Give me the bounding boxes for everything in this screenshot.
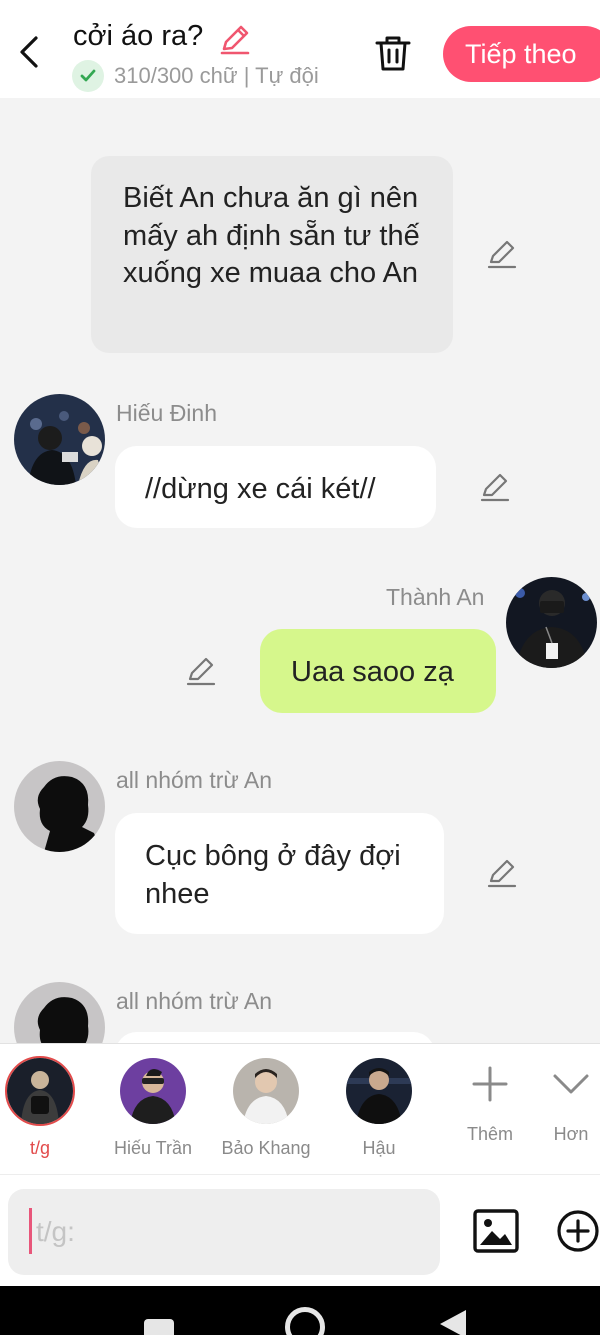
chevron-down-icon [553, 1074, 589, 1094]
more-label: Hơn [553, 1124, 589, 1144]
composer [0, 1174, 600, 1286]
pencil-icon[interactable] [486, 238, 518, 270]
sender-name: all nhóm trừ An [116, 767, 273, 793]
pencil-icon[interactable] [486, 857, 518, 889]
image-icon [473, 1209, 519, 1253]
message-bubble[interactable]: //dừng xe cái két// [115, 446, 436, 528]
story-title[interactable]: cởi áo ra? [73, 20, 203, 53]
character-item[interactable]: Bảo Khang [211, 1044, 321, 1175]
back-button[interactable] [12, 32, 48, 72]
avatar [346, 1058, 412, 1124]
word-count: 310/300 chữ | Tự đội [72, 60, 319, 92]
avatar[interactable] [14, 982, 105, 1043]
add-character-button[interactable]: Thêm [455, 1044, 525, 1175]
back-arrow-icon [20, 36, 38, 68]
more-options-button[interactable] [556, 1209, 600, 1253]
avatar [233, 1058, 299, 1124]
trash-icon [375, 36, 411, 71]
avatar [120, 1058, 186, 1124]
pencil-icon[interactable] [479, 471, 511, 503]
edit-title-button[interactable] [218, 22, 252, 56]
system-nav-bar [0, 1286, 600, 1335]
pencil-icon[interactable] [185, 655, 217, 687]
delete-button[interactable] [372, 32, 414, 74]
message-bubble[interactable]: Uaa saoo zạ [260, 629, 496, 713]
character-selector: t/g Hiếu Trần Bảo Khang Hậu Thêm Hơn [0, 1043, 600, 1174]
pencil-icon [220, 25, 250, 55]
plus-icon [472, 1066, 508, 1102]
message-input[interactable] [8, 1189, 440, 1275]
character-item[interactable]: Hậu [324, 1044, 434, 1175]
back-icon[interactable] [436, 1306, 468, 1335]
avatar[interactable] [14, 394, 105, 485]
insert-image-button[interactable] [472, 1207, 520, 1255]
avatar[interactable] [14, 761, 105, 852]
sender-name: Hiếu Đinh [116, 400, 217, 426]
sender-name: all nhóm trừ An [116, 988, 273, 1014]
chat-area[interactable]: Biết An chưa ăn gì nên mấy ah định sẵn t… [0, 98, 600, 1043]
sender-name: Thành An [386, 584, 485, 610]
check-icon [72, 60, 104, 92]
character-name: Hậu [362, 1138, 396, 1158]
character-name: Bảo Khang [221, 1138, 311, 1158]
add-label: Thêm [466, 1124, 513, 1144]
word-count-text: 310/300 chữ | Tự đội [114, 63, 319, 88]
character-name: t/g [29, 1138, 50, 1158]
message-bubble[interactable]: Cục bông ở đây đợi nhee [115, 813, 444, 934]
character-name: Hiếu Trần [113, 1138, 193, 1158]
next-button[interactable]: Tiếp theo [443, 26, 600, 82]
top-bar: cởi áo ra? 310/300 chữ | Tự đội Tiếp the… [0, 0, 600, 98]
narration-bubble[interactable]: Biết An chưa ăn gì nên mấy ah định sẵn t… [91, 156, 453, 353]
more-characters-button[interactable]: Hơn [540, 1044, 600, 1175]
avatar [5, 1056, 75, 1126]
avatar[interactable] [506, 577, 597, 668]
home-icon[interactable] [285, 1307, 325, 1335]
text-cursor [29, 1208, 32, 1254]
recents-icon[interactable] [144, 1319, 174, 1335]
message-bubble[interactable] [115, 1032, 435, 1043]
character-item[interactable]: Hiếu Trần [98, 1044, 208, 1175]
plus-circle-icon [557, 1210, 599, 1252]
character-item[interactable]: t/g [0, 1044, 95, 1175]
